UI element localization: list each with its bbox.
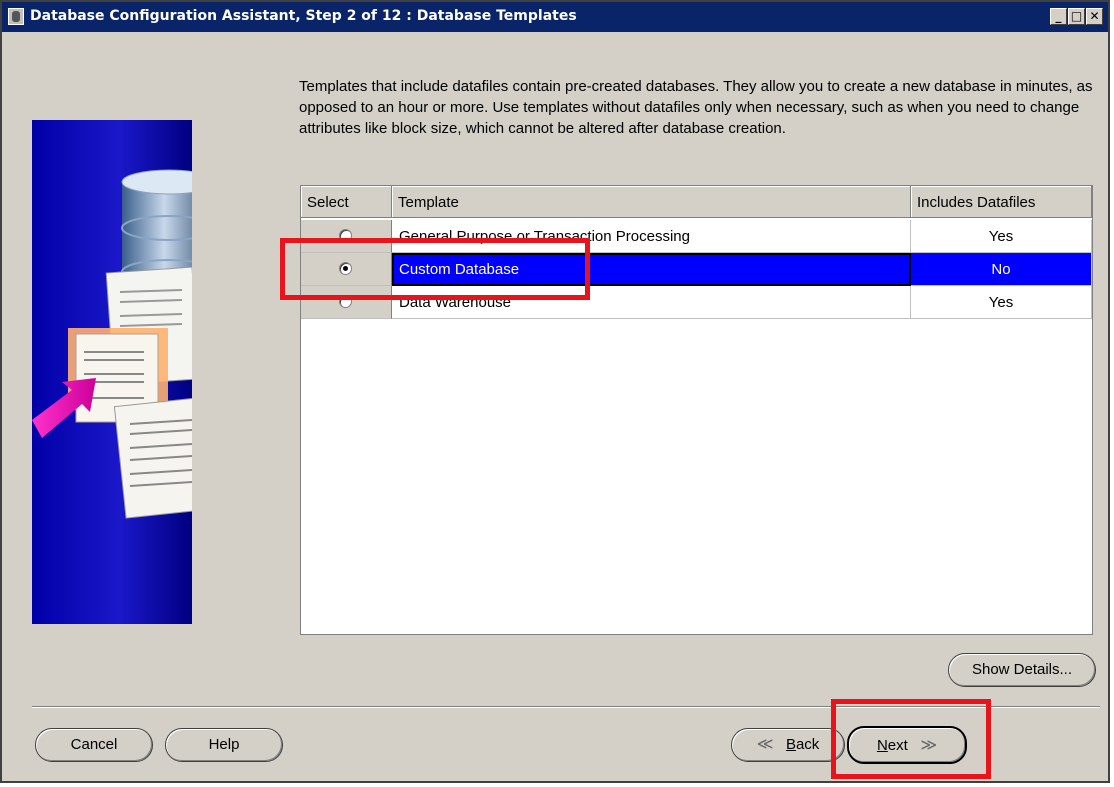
select-cell <box>301 253 392 286</box>
window-title: Database Configuration Assistant, Step 2… <box>30 8 577 24</box>
title-bar: Database Configuration Assistant, Step 2… <box>2 2 1108 32</box>
header-includes-datafiles[interactable]: Includes Datafiles <box>911 186 1092 218</box>
back-arrow-icon: ≪ <box>756 736 774 753</box>
dbca-window: Database Configuration Assistant, Step 2… <box>0 0 1110 783</box>
template-name: Data Warehouse <box>392 286 911 319</box>
database-icon <box>8 8 24 25</box>
next-label: ext <box>887 737 908 754</box>
back-mnemonic: B <box>785 736 796 753</box>
next-mnemonic: N <box>876 737 888 754</box>
cancel-button[interactable]: Cancel <box>35 728 153 762</box>
table-row-selected[interactable]: Custom Database No <box>301 253 1092 286</box>
header-select[interactable]: Select <box>301 186 392 218</box>
table-row[interactable]: Data Warehouse Yes <box>301 286 1092 319</box>
template-name: Custom Database <box>392 253 911 286</box>
maximize-button[interactable]: □ <box>1068 8 1085 25</box>
templates-table: Select Template Includes Datafiles Gener… <box>300 185 1093 635</box>
wizard-illustration <box>32 120 192 624</box>
help-button[interactable]: Help <box>165 728 283 762</box>
separator <box>32 706 1100 708</box>
close-button[interactable]: ✕ <box>1086 8 1103 25</box>
includes-datafiles-value: No <box>911 253 1092 286</box>
template-radio[interactable] <box>339 295 352 308</box>
next-arrow-icon: ≫ <box>920 737 938 754</box>
select-cell <box>301 220 392 253</box>
includes-datafiles-value: Yes <box>911 286 1092 319</box>
back-label: ack <box>795 736 820 753</box>
minimize-button[interactable]: _ <box>1050 8 1067 25</box>
table-header: Select Template Includes Datafiles <box>301 186 1092 218</box>
template-description: Templates that include datafiles contain… <box>299 78 1093 137</box>
template-radio-checked[interactable] <box>339 262 352 275</box>
header-template[interactable]: Template <box>392 186 911 218</box>
template-radio[interactable] <box>339 229 352 242</box>
database-documents-illustration <box>32 169 192 519</box>
table-row[interactable]: General Purpose or Transaction Processin… <box>301 220 1092 253</box>
template-name: General Purpose or Transaction Processin… <box>392 220 911 253</box>
back-button[interactable]: ≪ Back <box>731 728 845 762</box>
show-details-button[interactable]: Show Details... <box>948 653 1096 687</box>
select-cell <box>301 286 392 319</box>
includes-datafiles-value: Yes <box>911 220 1092 253</box>
next-button[interactable]: Next ≫ <box>847 726 967 764</box>
